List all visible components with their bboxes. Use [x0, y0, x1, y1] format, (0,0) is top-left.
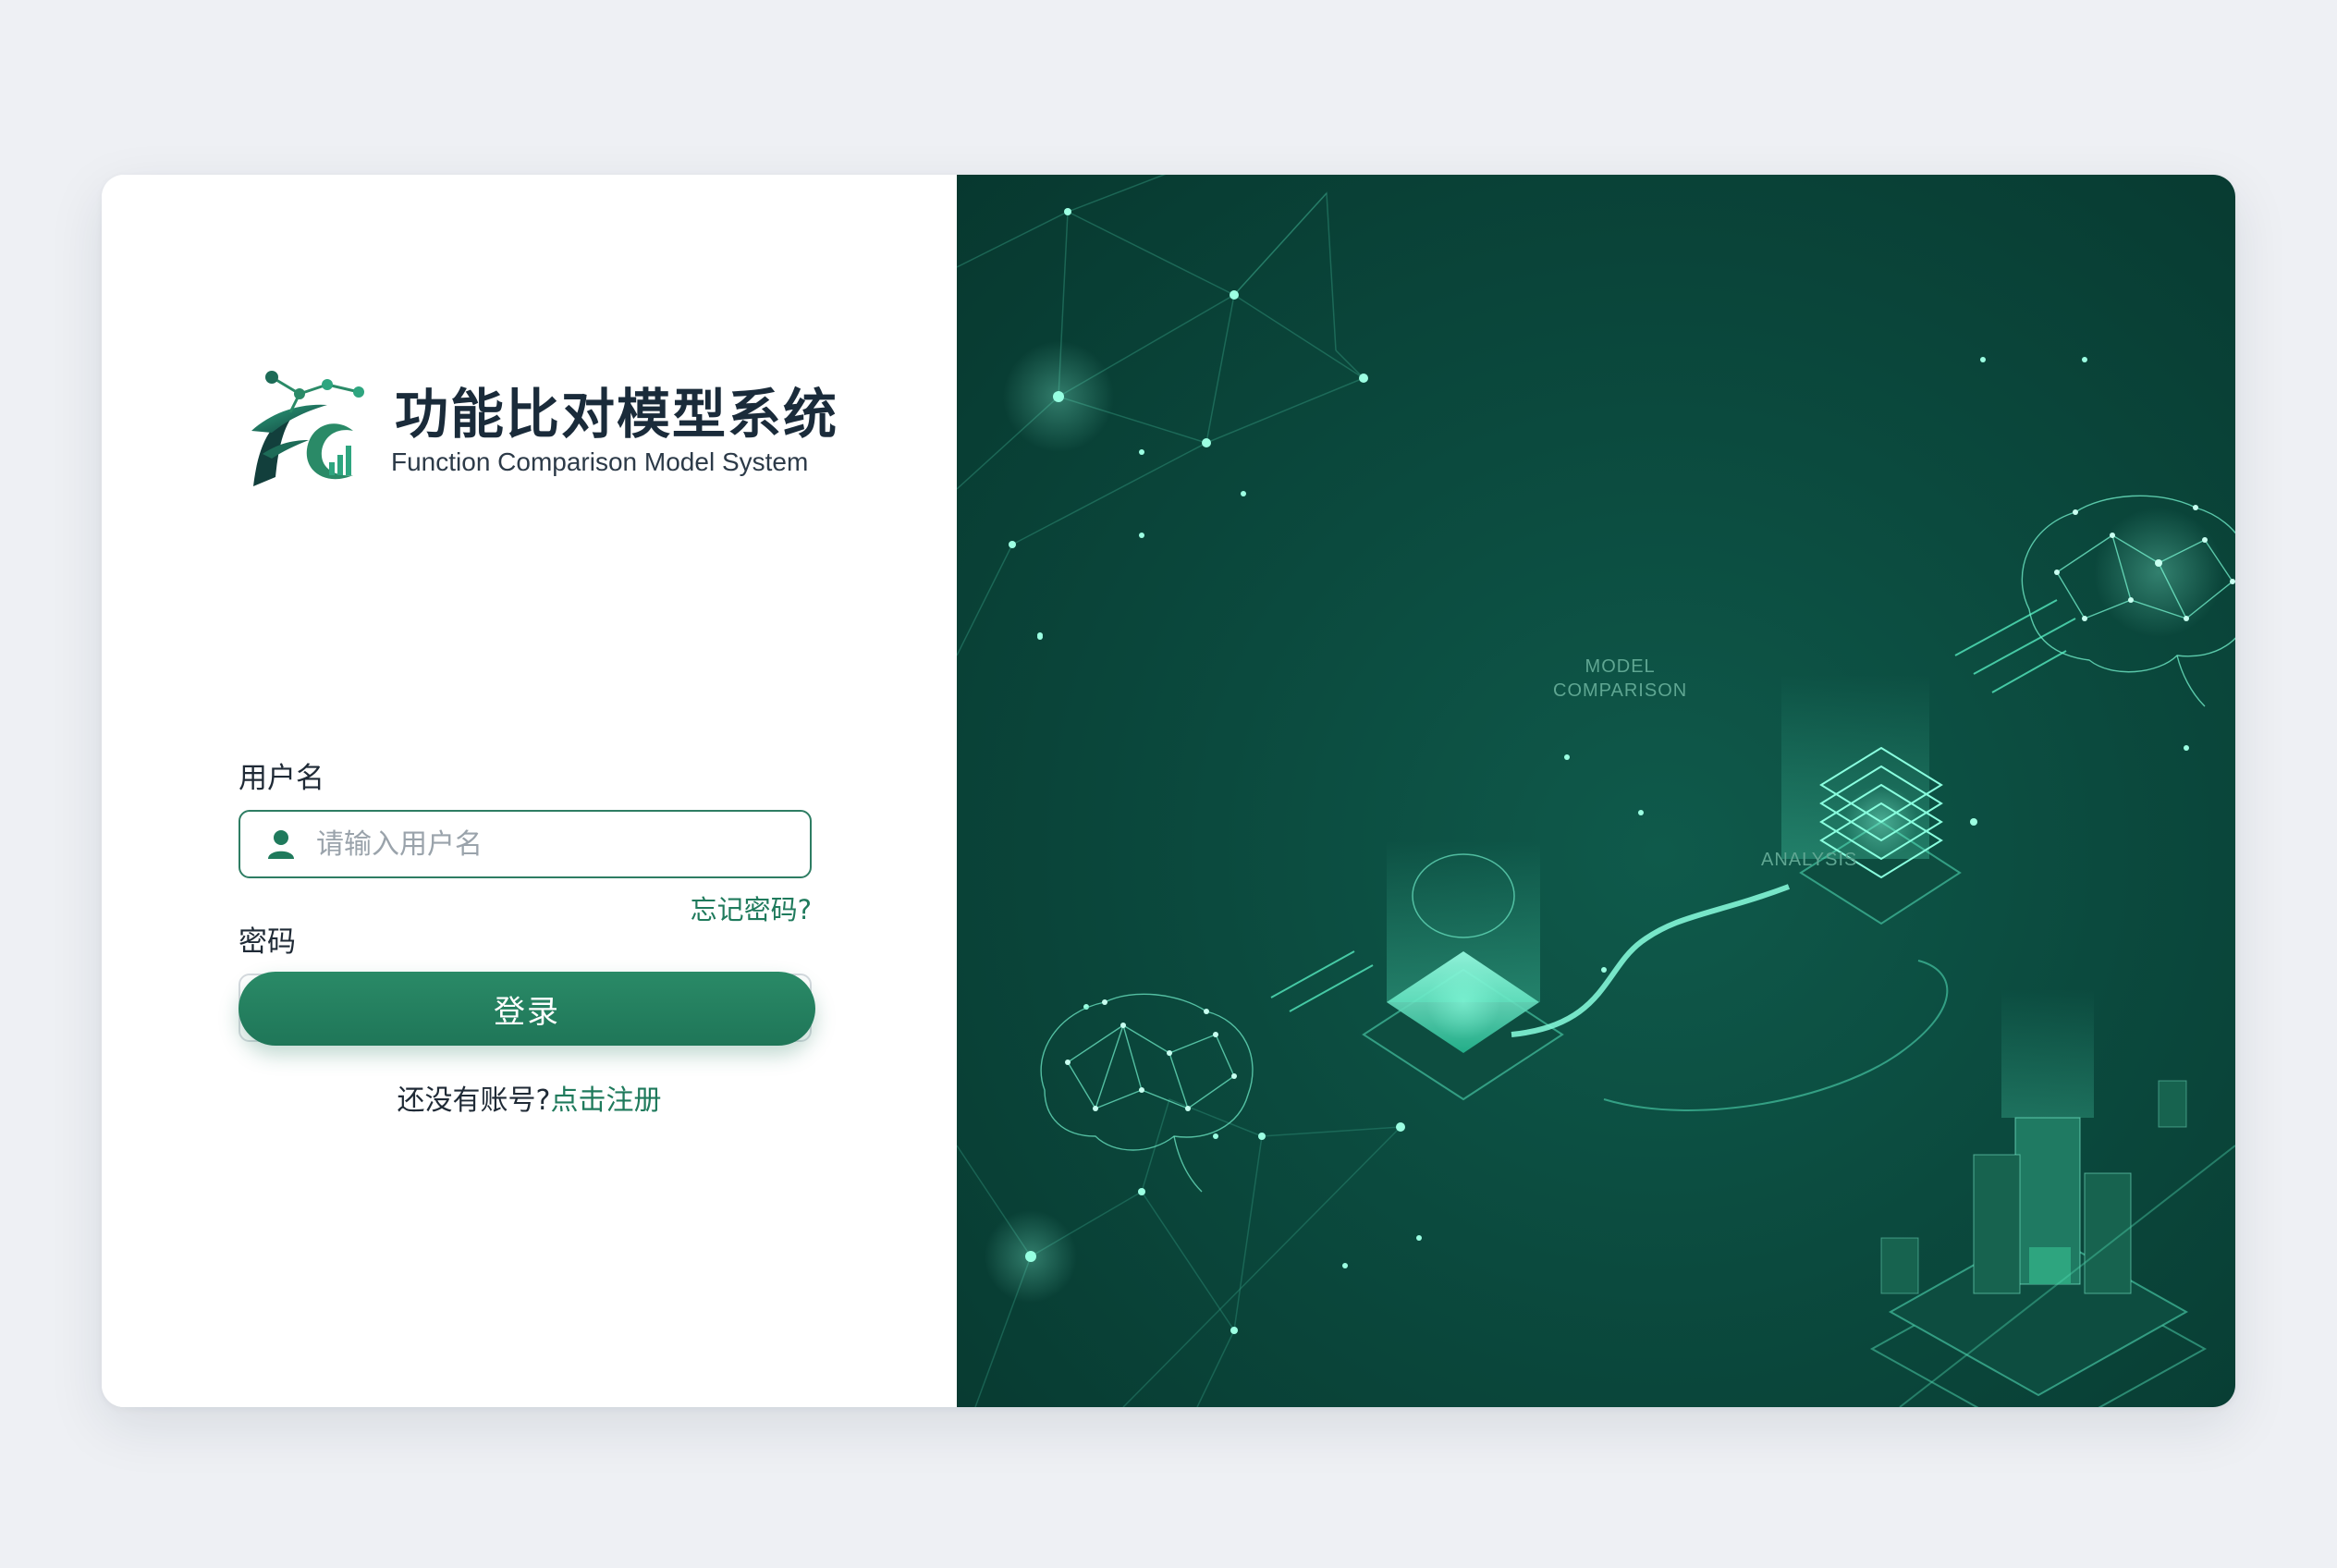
model-platform-left	[1362, 840, 1564, 1101]
fc-logo-icon	[251, 371, 364, 486]
city-buildings-icon	[1869, 988, 2208, 1407]
register-prompt-text: 还没有账号?	[397, 1084, 551, 1117]
connection-curve	[1511, 884, 1791, 1037]
username-label: 用户名	[239, 762, 324, 795]
forgot-password-link[interactable]: 忘记密码?	[691, 888, 812, 927]
password-label: 密码	[239, 925, 296, 959]
login-panel: 功能比对模型系统 Function Comparison Model Syste…	[102, 175, 957, 1407]
app-subtitle: Function Comparison Model System	[391, 447, 809, 476]
login-card: 功能比对模型系统 Function Comparison Model Syste…	[102, 175, 2235, 1407]
brain-left-icon	[1040, 993, 1254, 1193]
model-comparison-label: MODEL COMPARISON	[1553, 655, 1687, 703]
model-comparison-label-line2: COMPARISON	[1553, 680, 1688, 701]
model-platform-right	[1781, 674, 1962, 925]
model-comparison-label-line1: MODEL	[1585, 656, 1656, 677]
tech-illustration	[957, 175, 2235, 1407]
register-prompt: 还没有账号?点击注册	[102, 1077, 957, 1118]
user-icon	[263, 826, 300, 863]
register-link[interactable]: 点击注册	[550, 1084, 661, 1117]
analysis-label: ANALYSIS	[1761, 850, 1858, 870]
brain-left-nodes	[1065, 999, 1237, 1111]
network-nodes-bottom	[1025, 1004, 1405, 1334]
login-button[interactable]: 登录	[239, 972, 815, 1046]
app-title: 功能比对模型系统	[395, 383, 839, 446]
illustration-panel: MODEL COMPARISON ANALYSIS	[957, 175, 2235, 1407]
username-input[interactable]	[316, 827, 810, 861]
username-field[interactable]	[239, 810, 812, 878]
